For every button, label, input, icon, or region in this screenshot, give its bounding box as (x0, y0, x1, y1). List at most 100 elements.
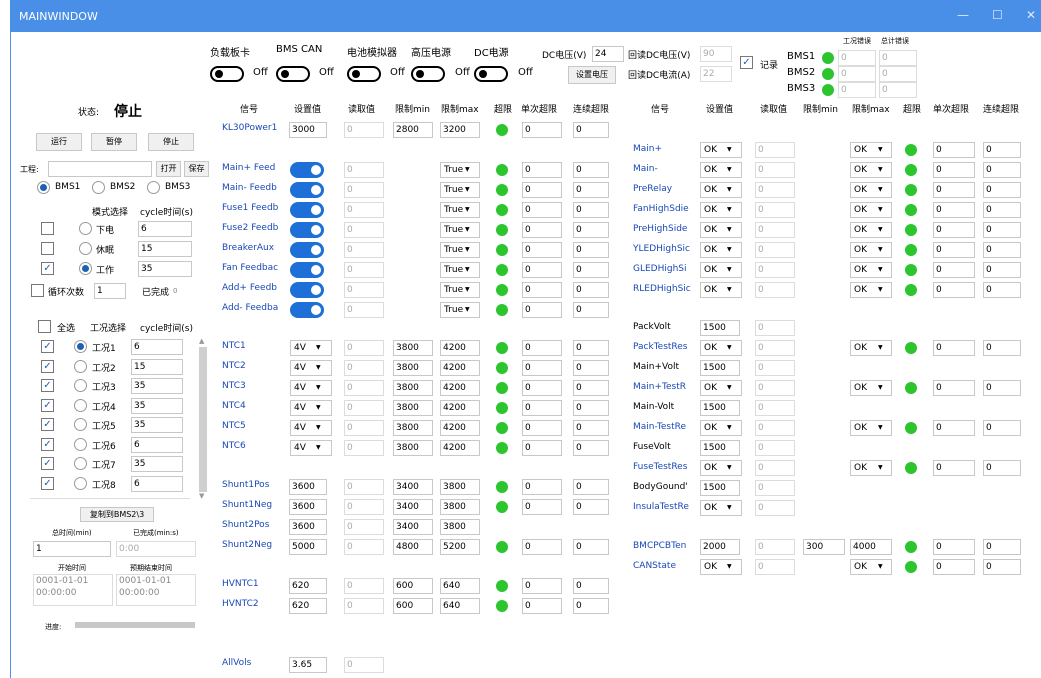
single-over-input[interactable]: 0 (933, 460, 975, 476)
set-select[interactable]: OK (700, 242, 742, 258)
mode-cycle-input[interactable]: 35 (138, 261, 192, 277)
single-over-input[interactable]: 0 (933, 142, 975, 158)
continuous-over-input[interactable]: 0 (983, 460, 1021, 476)
condition-radio[interactable] (74, 379, 87, 392)
max-select[interactable]: OK (850, 340, 892, 356)
set-select[interactable]: OK (700, 222, 742, 238)
set-select[interactable]: OK (700, 500, 742, 516)
save-button[interactable]: 保存 (184, 161, 209, 177)
single-over-input[interactable]: 0 (522, 499, 562, 515)
mode-cycle-input[interactable]: 6 (138, 221, 192, 237)
copy-to-bms-button[interactable]: 复制到BMS2\3 (80, 507, 154, 522)
mode-cycle-input[interactable]: 15 (138, 241, 192, 257)
set-select[interactable]: OK (700, 162, 742, 178)
max-select[interactable]: OK (850, 222, 892, 238)
mode-radio[interactable] (79, 222, 92, 235)
continuous-over-input[interactable]: 0 (983, 182, 1021, 198)
record-checkbox[interactable]: ✓ (740, 56, 753, 69)
continuous-over-input[interactable]: 0 (573, 242, 609, 258)
min-input[interactable]: 300 (803, 539, 845, 555)
continuous-over-input[interactable]: 0 (573, 162, 609, 178)
mode-radio[interactable] (79, 262, 92, 275)
set-select[interactable]: OK (700, 559, 742, 575)
stop-button[interactable]: 停止 (148, 133, 194, 151)
max-select[interactable]: OK (850, 559, 892, 575)
condition-scrollbar[interactable] (199, 347, 207, 492)
continuous-over-input[interactable]: 0 (983, 559, 1021, 575)
set-input[interactable]: 1500 (700, 360, 740, 376)
continuous-over-input[interactable]: 0 (983, 420, 1021, 436)
set-select[interactable]: OK (700, 182, 742, 198)
single-over-input[interactable]: 0 (522, 380, 562, 396)
set-input[interactable]: 2000 (700, 539, 740, 555)
condition-cycle-input[interactable]: 6 (131, 436, 183, 453)
condition-cycle-input[interactable]: 35 (131, 378, 183, 394)
condition-cycle-input[interactable]: 15 (131, 358, 183, 375)
scroll-down-icon[interactable]: ▼ (199, 492, 204, 500)
continuous-over-input[interactable]: 0 (573, 400, 609, 416)
continuous-over-input[interactable]: 0 (573, 202, 609, 218)
total-time-input[interactable]: 1 (33, 541, 111, 557)
max-input[interactable]: 5200 (440, 539, 480, 555)
min-input[interactable]: 3800 (393, 360, 433, 376)
continuous-over-input[interactable]: 0 (983, 222, 1021, 238)
min-input[interactable]: 3800 (393, 340, 433, 356)
set-select[interactable]: 4V (290, 400, 332, 416)
single-over-input[interactable]: 0 (933, 182, 975, 198)
continuous-over-input[interactable]: 0 (573, 598, 609, 614)
set-input[interactable]: 1500 (700, 320, 740, 336)
max-select[interactable]: True (440, 262, 480, 278)
single-over-input[interactable]: 0 (933, 222, 975, 238)
select-all-checkbox[interactable] (38, 320, 51, 333)
condition-checkbox[interactable]: ✓ (41, 359, 54, 373)
set-input[interactable]: 3.65 (289, 657, 327, 673)
max-input[interactable]: 3800 (440, 499, 480, 515)
single-over-input[interactable]: 0 (522, 539, 562, 555)
set-input[interactable]: 1500 (700, 480, 740, 496)
max-input[interactable]: 4200 (440, 380, 480, 396)
set-select[interactable]: OK (700, 420, 742, 436)
set-select[interactable]: OK (700, 380, 742, 396)
set-select[interactable]: OK (700, 282, 742, 298)
continuous-over-input[interactable]: 0 (983, 142, 1021, 158)
continuous-over-input[interactable]: 0 (573, 440, 609, 456)
bms-radio-2[interactable] (147, 181, 160, 194)
condition-radio[interactable] (74, 340, 87, 353)
max-select[interactable]: OK (850, 142, 892, 158)
set-input[interactable]: 620 (289, 598, 327, 614)
max-input[interactable]: 640 (440, 578, 480, 594)
single-over-input[interactable]: 0 (522, 182, 562, 198)
max-select[interactable]: True (440, 282, 480, 298)
min-input[interactable]: 3400 (393, 479, 433, 495)
max-input[interactable]: 4200 (440, 360, 480, 376)
loop-count-input[interactable]: 1 (94, 283, 126, 299)
continuous-over-input[interactable]: 0 (573, 539, 609, 555)
max-select[interactable]: OK (850, 162, 892, 178)
continuous-over-input[interactable]: 0 (983, 539, 1021, 555)
min-input[interactable]: 600 (393, 578, 433, 594)
dc-voltage-input[interactable]: 24 (592, 46, 624, 62)
single-over-input[interactable]: 0 (933, 340, 975, 356)
single-over-input[interactable]: 0 (933, 202, 975, 218)
condition-checkbox[interactable]: ✓ (41, 418, 54, 431)
continuous-over-input[interactable]: 0 (573, 282, 609, 298)
single-over-input[interactable]: 0 (933, 262, 975, 278)
mode-checkbox[interactable]: ✓ (41, 262, 54, 275)
min-input[interactable]: 4800 (393, 539, 433, 555)
single-over-input[interactable]: 0 (522, 340, 562, 356)
max-select[interactable]: OK (850, 182, 892, 198)
mode-radio[interactable] (79, 242, 92, 255)
condition-checkbox[interactable]: ✓ (41, 437, 54, 451)
set-input[interactable]: 1500 (700, 400, 740, 416)
continuous-over-input[interactable]: 0 (983, 380, 1021, 396)
signal-toggle[interactable] (290, 262, 324, 278)
signal-toggle[interactable] (290, 222, 324, 238)
run-button[interactable]: 运行 (36, 133, 82, 151)
min-input[interactable]: 3800 (393, 420, 433, 436)
max-select[interactable]: True (440, 162, 480, 178)
max-select[interactable]: True (440, 202, 480, 218)
device-toggle-4[interactable] (474, 66, 508, 82)
single-over-input[interactable]: 0 (522, 479, 562, 495)
condition-checkbox[interactable]: ✓ (41, 457, 54, 470)
continuous-over-input[interactable]: 0 (573, 479, 609, 495)
